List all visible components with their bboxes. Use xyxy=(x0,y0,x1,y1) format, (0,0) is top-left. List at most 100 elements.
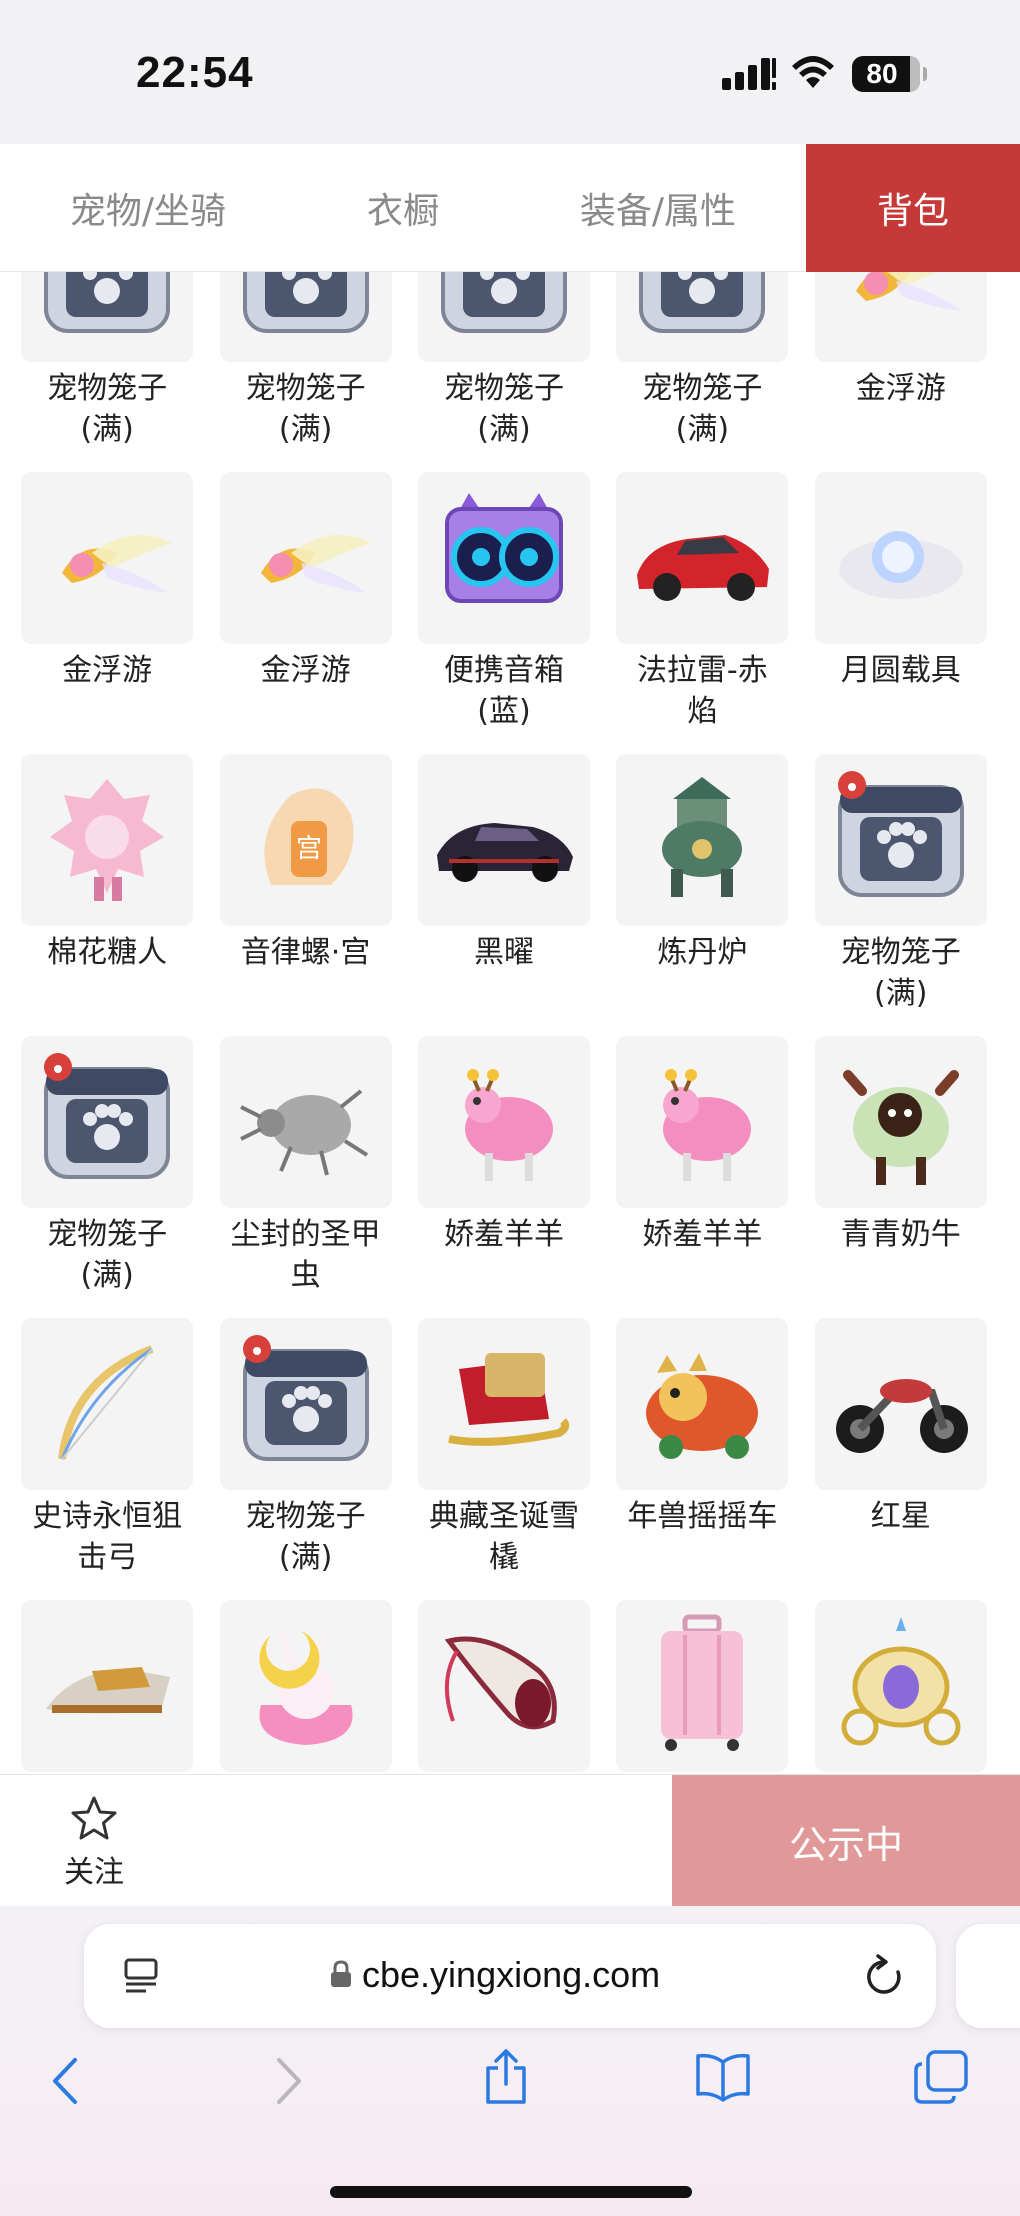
pet-cage-icon xyxy=(417,272,590,362)
backpack-item[interactable]: 便携音箱 (蓝) xyxy=(405,464,603,746)
item-name: 宠物笼子 (满) xyxy=(47,1217,168,1293)
cotton-candy-figure-icon xyxy=(21,754,194,926)
item-name: 娇羞羊羊 xyxy=(443,1217,564,1252)
bookmarks-icon[interactable] xyxy=(694,2052,752,2102)
page-menu-icon[interactable] xyxy=(122,1956,162,1996)
moon-sleeping-rabbit-icon xyxy=(219,1600,392,1772)
backpack-item[interactable]: 尘封的圣甲虫 xyxy=(206,1028,404,1310)
backpack-item[interactable]: 史诗永恒狙 击弓 xyxy=(8,1310,206,1592)
backpack-item[interactable]: 宠物笼子 (满) xyxy=(8,1028,206,1310)
back-icon[interactable] xyxy=(50,2056,80,2106)
backpack-item[interactable]: 黑曜 xyxy=(405,746,603,1028)
pumpkin-carriage-icon xyxy=(814,1600,987,1772)
item-name: 黑曜 xyxy=(473,935,534,970)
item-name: 炼丹炉 xyxy=(657,935,748,970)
nian-beast-ride-icon xyxy=(616,1318,789,1490)
music-conch-icon: 宫 xyxy=(219,754,392,926)
item-name: 金浮游 xyxy=(855,371,946,406)
full-moon-vehicle-icon xyxy=(814,472,987,644)
item-name: 宠物笼子 (满) xyxy=(245,371,366,447)
backpack-item[interactable]: 月圆载具 xyxy=(802,464,1000,746)
status-bar: 22:54 80 xyxy=(0,0,1020,144)
next-tab-peek[interactable] xyxy=(956,1924,1020,2028)
svg-text:宫: 宫 xyxy=(296,834,322,864)
backpack-item[interactable]: 宠物笼子 (满) xyxy=(802,746,1000,1028)
backpack-item[interactable]: 娇羞羊羊 xyxy=(405,1028,603,1310)
backpack-item[interactable]: 炼丹炉 xyxy=(603,746,801,1028)
backpack-item[interactable]: 宠物笼子 (满) xyxy=(603,272,801,464)
backpack-item[interactable]: 布丁拉杆箱 xyxy=(603,1592,801,1774)
golden-plankton-icon xyxy=(21,472,194,644)
item-name: 月圆载具 xyxy=(840,653,961,688)
shy-sheep-icon xyxy=(417,1036,590,1208)
share-icon[interactable] xyxy=(482,2048,530,2106)
tab-wardrobe[interactable]: 衣橱 xyxy=(296,144,510,272)
backpack-item[interactable]: 呼灵号角 xyxy=(405,1592,603,1774)
backpack-grid[interactable]: 宠物笼子 (满) 宠物笼子 (满) 宠物笼子 (满) 宠物笼子 (满) 金浮游 金浮游 金浮游 便携音… xyxy=(0,272,1020,1774)
item-name: 年兽摇摇车 xyxy=(627,1499,778,1534)
backpack-item[interactable]: 宠物笼子 (满) xyxy=(206,1310,404,1592)
backpack-item[interactable]: 法拉雷-赤焰 xyxy=(603,464,801,746)
backpack-item[interactable]: 金浮游 xyxy=(206,464,404,746)
tab-backpack[interactable]: 背包 xyxy=(806,144,1020,272)
item-name: 红星 xyxy=(870,1499,931,1534)
green-cow-icon xyxy=(814,1036,987,1208)
backpack-item[interactable]: 宫音律螺·宫 xyxy=(206,746,404,1028)
pet-cage-icon xyxy=(21,1036,194,1208)
pet-cage-icon xyxy=(814,754,987,926)
backpack-item[interactable]: 棉花糖人 xyxy=(8,746,206,1028)
epic-bow-icon xyxy=(21,1318,194,1490)
pink-suitcase-icon xyxy=(616,1600,789,1772)
backpack-item[interactable]: 金浮游 xyxy=(802,272,1000,464)
backpack-item[interactable]: 月亮睡兔 xyxy=(206,1592,404,1774)
pet-cage-icon xyxy=(616,272,789,362)
category-tabs: 宠物/坐骑 衣橱 装备/属性 背包 xyxy=(0,144,1020,272)
backpack-item[interactable]: 典藏圣诞雪橇 xyxy=(405,1310,603,1592)
backpack-item[interactable]: 金浮游 xyxy=(8,464,206,746)
item-name: 青青奶牛 xyxy=(840,1217,961,1252)
golden-plankton-icon xyxy=(219,472,392,644)
backpack-item[interactable]: 青青奶牛 xyxy=(802,1028,1000,1310)
backpack-item[interactable]: 梦幻南瓜车 xyxy=(802,1592,1000,1774)
backpack-item[interactable]: 宠物笼子 (满) xyxy=(405,272,603,464)
reload-icon[interactable] xyxy=(864,1954,904,1998)
item-name: 宠物笼子 (满) xyxy=(443,371,564,447)
item-name: 宠物笼子 (满) xyxy=(642,371,763,447)
item-name: 宠物笼子 (满) xyxy=(245,1499,366,1575)
wifi-icon xyxy=(792,56,834,88)
battery-indicator: 80 xyxy=(852,56,927,92)
christmas-sleigh-icon xyxy=(417,1318,590,1490)
backpack-item[interactable]: 流星-ST400 xyxy=(8,1592,206,1774)
cellular-signal-icon xyxy=(722,58,776,90)
black-car-icon xyxy=(417,754,590,926)
motorcycle-icon xyxy=(814,1318,987,1490)
tab-equipment-attributes[interactable]: 装备/属性 xyxy=(510,144,806,272)
backpack-item[interactable]: 娇羞羊羊 xyxy=(603,1028,801,1310)
action-bar: 关注 公示中 xyxy=(0,1774,1020,1907)
publicity-status-button[interactable]: 公示中 xyxy=(672,1775,1020,1907)
item-name: 娇羞羊羊 xyxy=(642,1217,763,1252)
lock-icon xyxy=(331,1960,351,1987)
red-sports-car-icon xyxy=(616,472,789,644)
item-name: 宠物笼子 (满) xyxy=(840,935,961,1011)
backpack-item[interactable]: 红星 xyxy=(802,1310,1000,1592)
tabs-icon[interactable] xyxy=(914,2050,968,2104)
address-bar[interactable]: cbe.yingxiong.com xyxy=(84,1924,936,2028)
pet-cage-icon xyxy=(219,272,392,362)
item-name: 宠物笼子 (满) xyxy=(47,371,168,447)
follow-button[interactable]: 关注 xyxy=(54,1795,134,1891)
tab-pets-mounts[interactable]: 宠物/坐骑 xyxy=(0,144,296,272)
forward-icon[interactable] xyxy=(274,2056,304,2106)
item-name: 史诗永恒狙 击弓 xyxy=(32,1499,183,1575)
pet-cage-icon xyxy=(21,272,194,362)
spirit-horn-icon xyxy=(417,1600,590,1772)
item-name: 金浮游 xyxy=(62,653,153,688)
star-icon xyxy=(71,1796,117,1840)
item-name: 典藏圣诞雪橇 xyxy=(428,1499,579,1575)
backpack-item[interactable]: 宠物笼子 (满) xyxy=(8,272,206,464)
backpack-item[interactable]: 年兽摇摇车 xyxy=(603,1310,801,1592)
browser-toolbar: cbe.yingxiong.com xyxy=(0,1906,1020,2216)
backpack-item[interactable]: 宠物笼子 (满) xyxy=(206,272,404,464)
item-name: 音律螺·宫 xyxy=(240,935,371,970)
item-name: 棉花糖人 xyxy=(47,935,168,970)
